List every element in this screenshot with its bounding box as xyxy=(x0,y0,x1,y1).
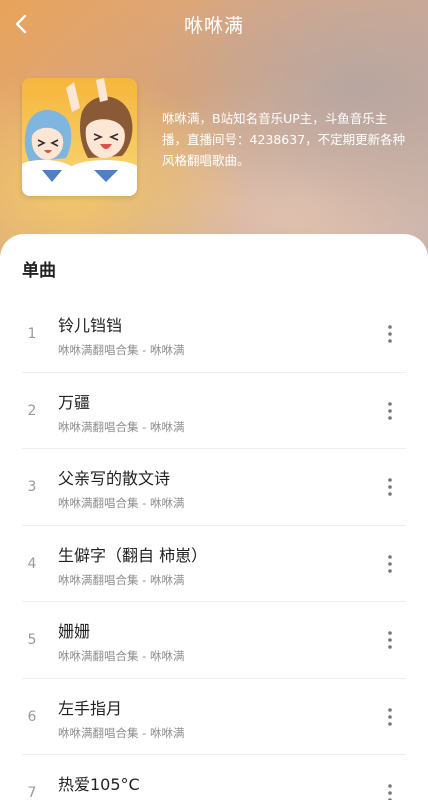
song-index: 3 xyxy=(27,479,37,495)
song-index: 1 xyxy=(27,326,37,342)
section-title: 单曲 xyxy=(22,261,56,281)
song-subtitle: 咻咻满翻唱合集 - 咻咻满 xyxy=(58,419,185,434)
song-subtitle: 咻咻满翻唱合集 - 咻咻满 xyxy=(58,649,185,663)
more-vertical-icon xyxy=(388,631,392,649)
song-row[interactable]: 4 生僻字（翻自 柿崽） 咻咻满翻唱合集 - 咻咻满 xyxy=(0,526,428,603)
more-vertical-icon xyxy=(388,784,392,800)
song-title: 铃儿铛铛 xyxy=(58,316,123,335)
more-button[interactable] xyxy=(376,397,404,425)
song-title: 万疆 xyxy=(58,392,91,412)
more-vertical-icon xyxy=(388,325,392,343)
song-list: 1 铃儿铛铛 咻咻满翻唱合集 - 咻咻满 2 万疆 咻咻满翻唱合集 - 咻咻满 … xyxy=(0,296,428,800)
song-title: 姗姗 xyxy=(58,622,91,641)
song-sheet: 单曲 1 铃儿铛铛 咻咻满翻唱合集 - 咻咻满 2 万疆 咻咻满翻唱合集 - 咻… xyxy=(0,234,428,800)
more-button[interactable] xyxy=(376,320,404,348)
song-subtitle: 咻咻满翻唱合集 - 咻咻满 xyxy=(58,572,185,587)
more-vertical-icon xyxy=(388,707,392,726)
more-vertical-icon xyxy=(388,401,392,420)
song-row[interactable]: 2 万疆 咻咻满翻唱合集 - 咻咻满 xyxy=(0,373,428,450)
song-row[interactable]: 5 姗姗 咻咻满翻唱合集 - 咻咻满 xyxy=(0,602,428,679)
more-vertical-icon xyxy=(388,554,392,573)
song-row[interactable]: 7 热爱105°C xyxy=(0,755,428,800)
artist-profile: 咻咻满，B站知名音乐UP主，斗鱼音乐主播，直播间号：4238637，不定期更新各… xyxy=(22,78,412,202)
page-title: 咻咻满 xyxy=(183,14,244,37)
more-vertical-icon xyxy=(388,478,392,496)
song-row[interactable]: 1 铃儿铛铛 咻咻满翻唱合集 - 咻咻满 xyxy=(0,296,428,373)
more-button[interactable] xyxy=(376,550,404,578)
song-index: 7 xyxy=(27,785,37,800)
screen: 咻咻满 咻咻满，B站知名音乐UP主，斗鱼音乐主播，直播间号：4238637，不定… xyxy=(0,0,428,800)
song-index: 4 xyxy=(27,555,37,572)
song-title: 热爱105°C xyxy=(58,775,140,794)
song-title: 父亲写的散文诗 xyxy=(58,469,171,488)
song-index: 5 xyxy=(27,632,37,648)
more-button[interactable] xyxy=(376,779,404,800)
song-row[interactable]: 6 左手指月 咻咻满翻唱合集 - 咻咻满 xyxy=(0,679,428,756)
artist-cover-image[interactable] xyxy=(22,78,137,196)
song-subtitle: 咻咻满翻唱合集 - 咻咻满 xyxy=(58,496,185,510)
more-button[interactable] xyxy=(376,626,404,654)
more-button[interactable] xyxy=(376,703,404,731)
more-button[interactable] xyxy=(376,473,404,501)
song-subtitle: 咻咻满翻唱合集 - 咻咻满 xyxy=(58,343,185,357)
song-subtitle: 咻咻满翻唱合集 - 咻咻满 xyxy=(58,725,185,740)
song-index: 2 xyxy=(27,402,37,419)
back-button[interactable] xyxy=(6,8,38,40)
song-row[interactable]: 3 父亲写的散文诗 咻咻满翻唱合集 - 咻咻满 xyxy=(0,449,428,526)
artist-bio: 咻咻满，B站知名音乐UP主，斗鱼音乐主播，直播间号：4238637，不定期更新各… xyxy=(162,111,406,168)
song-title: 生僻字（翻自 柿崽） xyxy=(58,545,208,565)
top-bar: 咻咻满 xyxy=(0,0,428,48)
song-title: 左手指月 xyxy=(58,698,123,718)
song-index: 6 xyxy=(27,708,37,725)
chevron-left-icon xyxy=(15,14,27,34)
